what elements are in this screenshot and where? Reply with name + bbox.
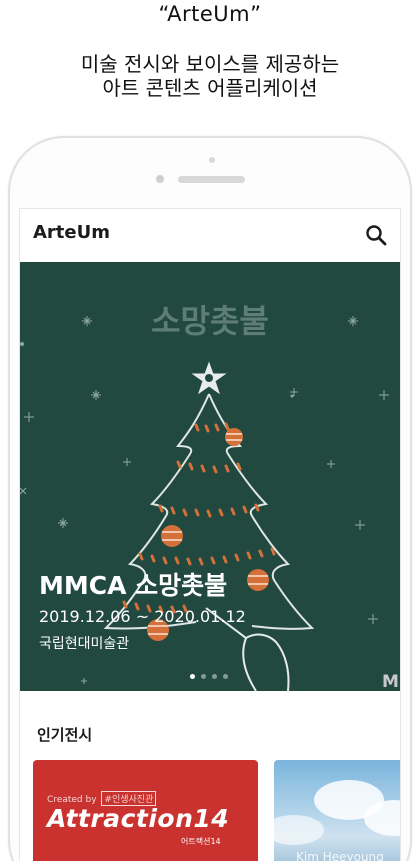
card-artist-name: Kim Heeyoung: [296, 850, 384, 861]
phone-sensor: [156, 175, 164, 183]
featured-banner[interactable]: 소망촛불 MMCA 소망촛불 2019.12.06 ~ 2020.01.12 국…: [20, 262, 400, 691]
exhibition-card-kim-heeyoung[interactable]: Kim Heeyoung: [274, 760, 400, 861]
poster-title: 소망촛불: [151, 302, 269, 340]
carousel-dot[interactable]: [223, 674, 228, 679]
promo-title: “ArteUm”: [158, 2, 262, 26]
banner-dates: 2019.12.06 ~ 2020.01.12: [39, 607, 246, 626]
promo-subtitle-line2: 아트 콘텐츠 어플리케이션: [102, 76, 318, 100]
banner-venue: 국립현대미술관: [39, 636, 130, 652]
promo-subtitle-line1: 미술 전시와 보이스를 제공하는: [80, 52, 340, 76]
banner-title: MMCA 소망촛불: [39, 571, 228, 600]
app-bar: ArteUm: [20, 209, 400, 262]
christmas-tree-illustration: 소망촛불: [20, 302, 389, 691]
carousel-indicator: [190, 674, 228, 680]
search-button[interactable]: [364, 223, 388, 247]
phone-camera: [209, 157, 215, 163]
card-title: Attraction14: [47, 804, 230, 833]
app-title: ArteUm: [33, 222, 110, 243]
phone-speaker: [178, 176, 245, 183]
carousel-dot[interactable]: [201, 674, 206, 679]
carousel-dot[interactable]: [212, 674, 217, 679]
promo-subtitle: 미술 전시와 보이스를 제공하는 아트 콘텐츠 어플리케이션: [0, 52, 420, 100]
popular-section-title: 인기전시: [37, 726, 93, 744]
search-icon: [366, 225, 387, 246]
exhibition-card-attraction14[interactable]: Created by #인생사진관 Attraction14 어트랙션14: [33, 760, 258, 861]
app-screen: ArteUm 소망촛불 MMCA 소망촛불 2019.12.06 ~ 2020.…: [19, 208, 401, 861]
banner-corner-logo: M: [382, 672, 399, 691]
card-subtitle: 어트랙션14: [181, 837, 221, 846]
carousel-dot[interactable]: [190, 674, 195, 679]
cloud-shape: [274, 815, 324, 845]
